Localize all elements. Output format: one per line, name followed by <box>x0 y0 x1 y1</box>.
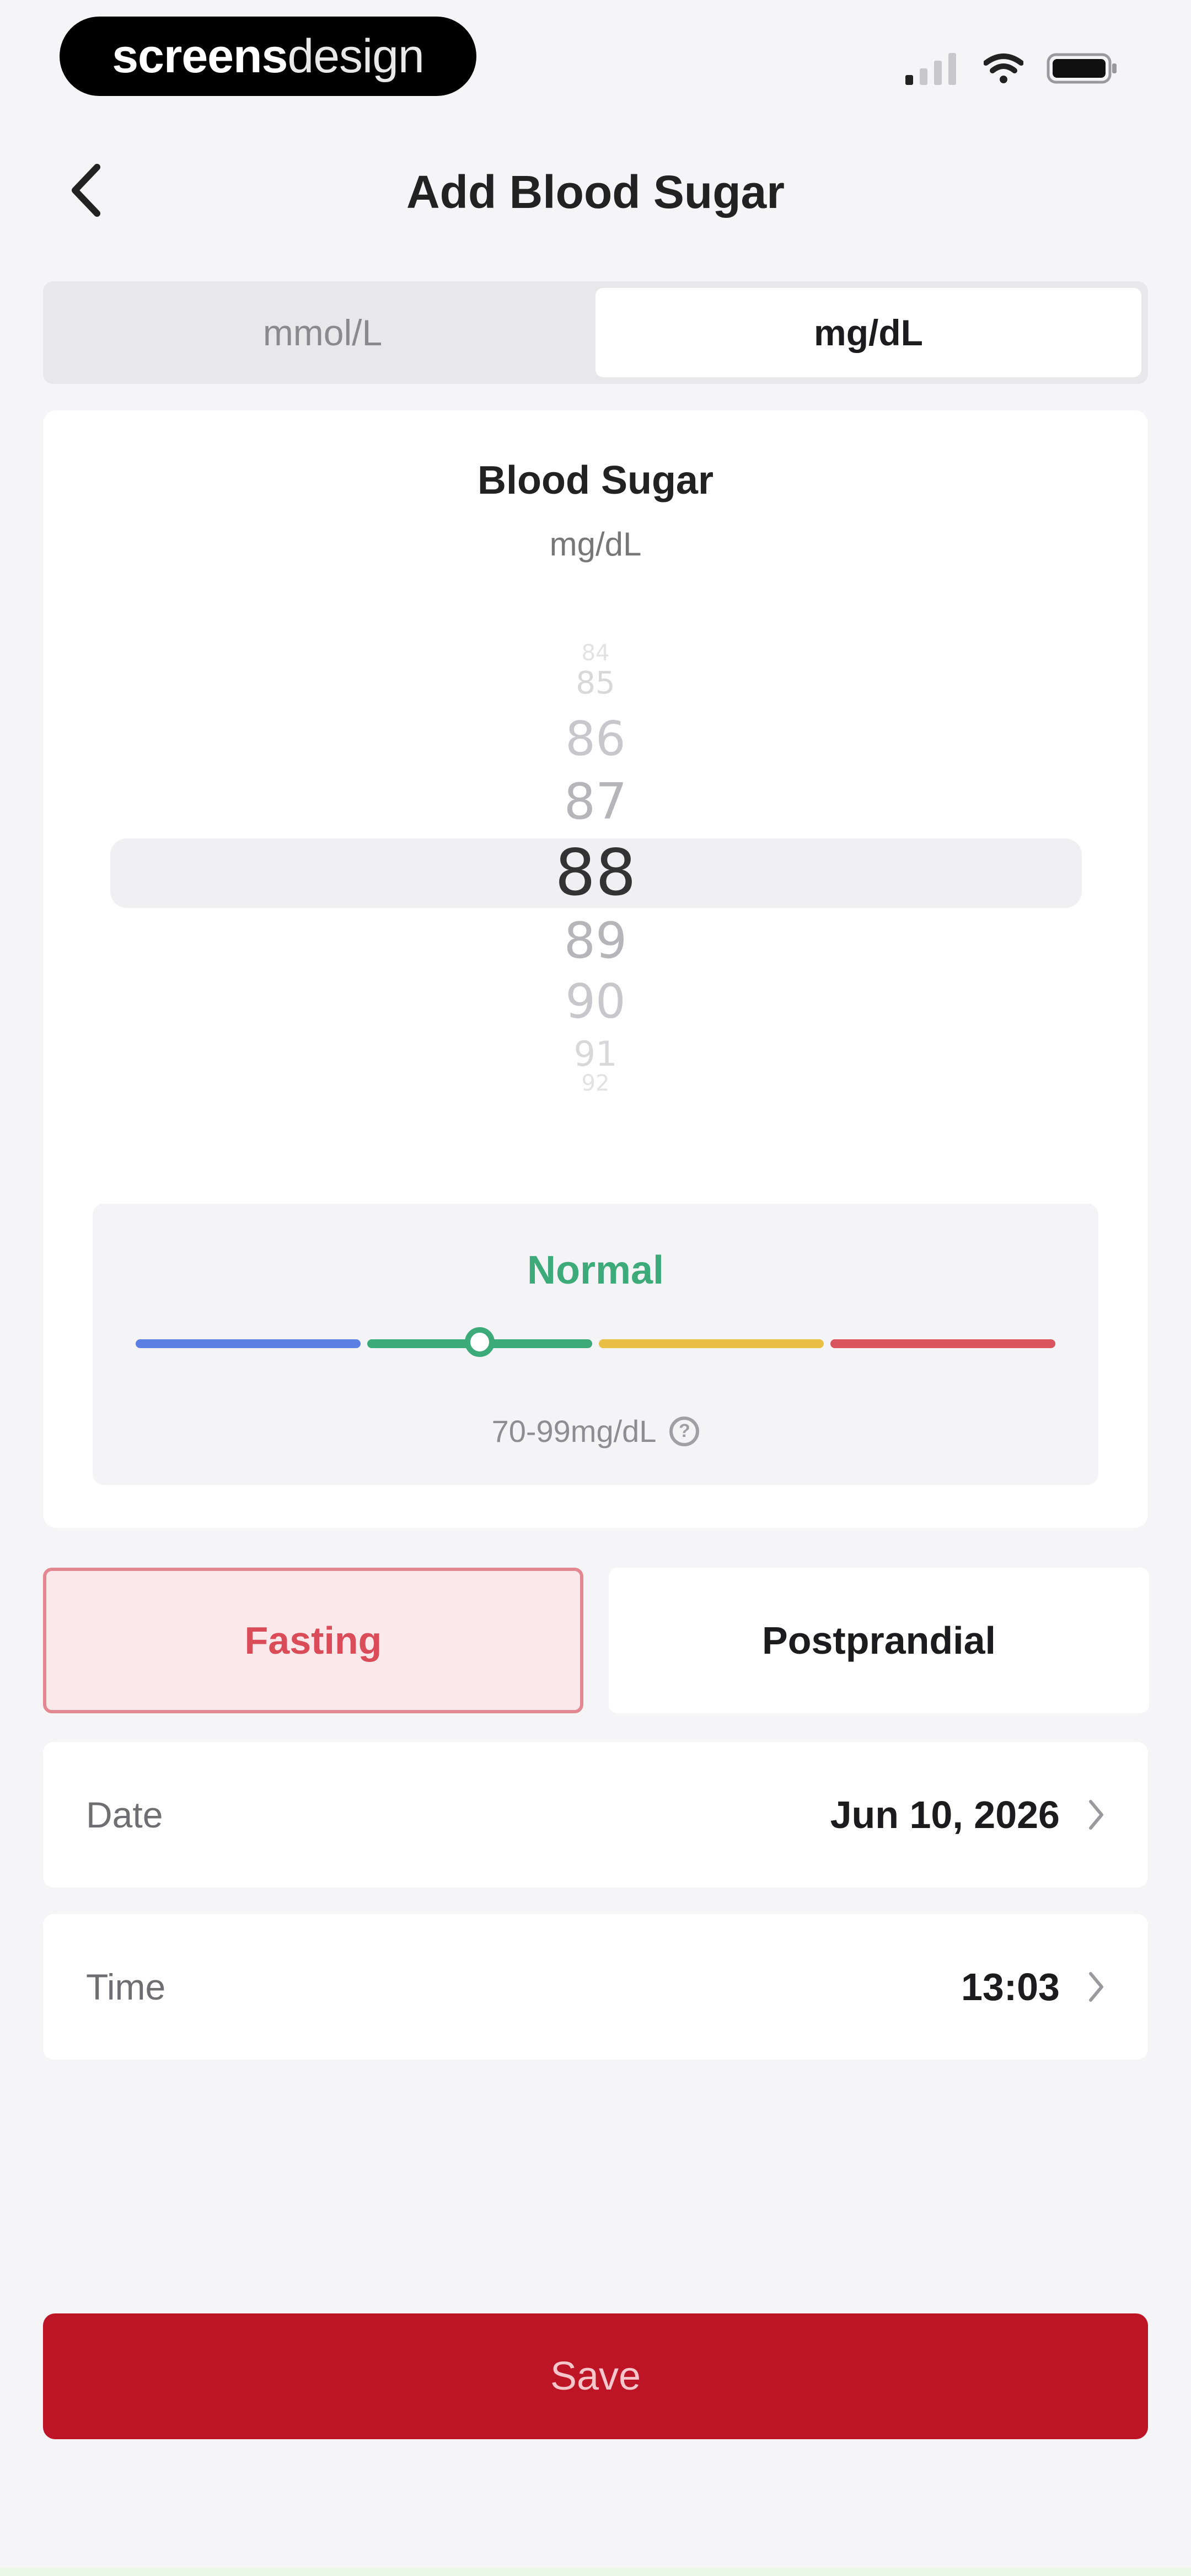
range-segment-low <box>136 1339 361 1348</box>
time-value-group: 13:03 <box>961 1965 1105 2009</box>
picker-value[interactable]: 87 <box>43 774 1148 830</box>
brand-logo-text: screensdesign <box>112 29 425 83</box>
time-value: 13:03 <box>961 1965 1060 2008</box>
chevron-right-icon <box>1089 1800 1103 1830</box>
fasting-button[interactable]: Fasting <box>43 1568 583 1713</box>
bottom-edge <box>0 2568 1191 2576</box>
date-value: Jun 10, 2026 <box>830 1793 1060 1836</box>
time-label: Time <box>86 1966 166 2007</box>
picker-value[interactable]: 90 <box>43 975 1148 1028</box>
date-label: Date <box>86 1794 163 1835</box>
unit-tab-mgdl[interactable]: mg/dL <box>596 288 1141 377</box>
status-icons <box>905 46 1118 90</box>
picker-unit: mg/dL <box>549 526 642 563</box>
save-button[interactable]: Save <box>43 2313 1148 2439</box>
status-label: Normal <box>527 1248 664 1292</box>
picker-value[interactable]: 91 <box>43 1035 1148 1073</box>
unit-toggle: mmol/L mg/dL <box>43 281 1148 384</box>
brand-logo: screensdesign <box>60 17 476 96</box>
date-value-group: Jun 10, 2026 <box>830 1793 1105 1837</box>
status-bar: screensdesign <box>0 0 1191 116</box>
picker-value[interactable]: 85 <box>43 666 1148 701</box>
range-marker <box>465 1327 495 1357</box>
range-segment-high <box>830 1339 1055 1348</box>
picker-title: Blood Sugar <box>478 458 713 503</box>
picker-value[interactable]: 92 <box>43 1071 1148 1095</box>
postprandial-button[interactable]: Postprandial <box>609 1568 1149 1713</box>
range-segment-elevated <box>599 1339 824 1348</box>
add-blood-sugar-screen: screensdesign Add Blood Sugar mmol/L mg/… <box>0 0 1191 2576</box>
info-icon[interactable]: ? <box>669 1416 700 1446</box>
chevron-right-icon <box>1089 1972 1103 2002</box>
signal-icon <box>905 53 956 85</box>
picker-value[interactable]: 84 <box>43 641 1148 665</box>
time-row[interactable]: Time 13:03 <box>43 1914 1148 2060</box>
battery-icon <box>1047 53 1117 84</box>
picker-selected-value[interactable]: 88 <box>43 840 1148 907</box>
range-info: 70-99mg/dL ? <box>93 1413 1098 1449</box>
range-text: 70-99mg/dL <box>491 1414 657 1449</box>
status-range-panel: Normal 70-99mg/dL ? <box>93 1204 1098 1485</box>
blood-sugar-card: Blood Sugar mg/dL 84 85 86 87 88 89 90 9… <box>43 410 1148 1528</box>
unit-tab-mmol[interactable]: mmol/L <box>50 288 596 377</box>
page-title: Add Blood Sugar <box>406 166 785 218</box>
wifi-icon <box>984 54 1023 83</box>
picker-value[interactable]: 89 <box>43 913 1148 969</box>
date-row[interactable]: Date Jun 10, 2026 <box>43 1742 1148 1888</box>
range-scale <box>136 1327 1055 1360</box>
picker-value[interactable]: 86 <box>43 713 1148 766</box>
